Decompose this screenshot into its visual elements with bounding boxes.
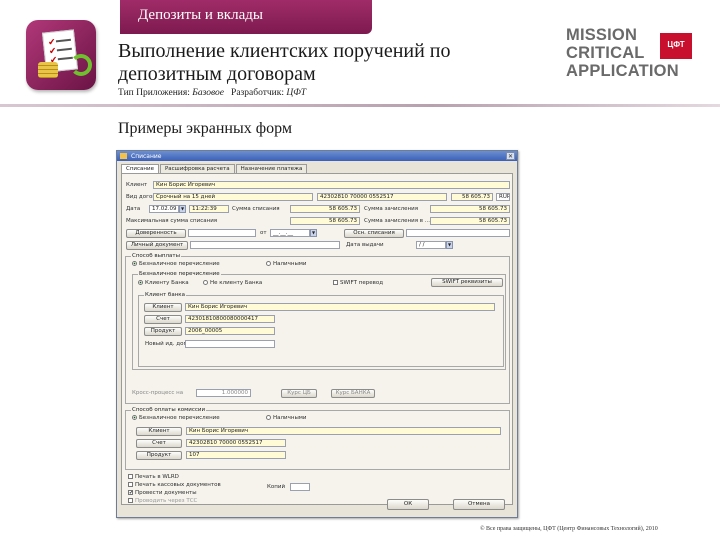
- bank-account-field[interactable]: 42301810800080000417: [185, 315, 275, 323]
- cancel-button[interactable]: Отмена: [453, 499, 505, 510]
- commission-product-field[interactable]: 107: [186, 451, 286, 459]
- max-writeoff-label: Максимальная сумма списания: [126, 218, 218, 224]
- bank-client-button[interactable]: Клиент: [144, 303, 182, 312]
- close-icon[interactable]: ✕: [506, 152, 515, 160]
- application-meta: Тип Приложения: Базовое Разработчик: ЦФТ: [118, 88, 306, 98]
- issue-date-field[interactable]: / /: [416, 241, 446, 249]
- copyright-footer: © Все права защищены, ЦФТ (Центр Финансо…: [480, 526, 658, 532]
- commission-cash-radio[interactable]: Наличными: [266, 415, 307, 421]
- tab-writeoff[interactable]: Списание: [121, 164, 159, 173]
- print-cash-docs-checkbox[interactable]: Печать кассовых документов: [128, 482, 221, 488]
- client-bank-radio[interactable]: Клиенту Банка: [138, 280, 189, 286]
- commission-client-field[interactable]: Кин Борис Игоревич: [186, 427, 501, 435]
- issue-date-dropdown-icon[interactable]: ▼: [446, 241, 453, 249]
- bank-account-button[interactable]: Счет: [144, 315, 182, 324]
- cross-rate-label: Кросс-процесс на: [132, 390, 184, 396]
- writeoff-window: Списание ✕ Списание Расшифровка расчета …: [116, 150, 518, 518]
- rate-cb-button[interactable]: Курс ЦБ: [281, 389, 317, 398]
- conduct-docs-checkbox[interactable]: ✔ Провести документы: [128, 490, 197, 496]
- writeoff-sum-field[interactable]: 58 605.73: [290, 205, 360, 213]
- writeoff-sum-label: Сумма списания: [232, 206, 280, 212]
- refresh-arrow-icon: [70, 54, 92, 76]
- new-contract-field[interactable]: [185, 340, 275, 348]
- copies-label: Копий: [267, 484, 286, 490]
- conduct-tcc-checkbox[interactable]: Проводить через ТСС: [128, 498, 197, 504]
- swift-transfer-checkbox[interactable]: SWIFT перевод: [333, 280, 383, 286]
- developer-label: Разработчик:: [231, 88, 284, 98]
- date-label: Дата: [126, 206, 141, 212]
- power-of-attorney-button[interactable]: Доверенность: [126, 229, 186, 238]
- bank-client-group: Клиент банка Клиент Кин Борис Игоревич С…: [138, 292, 504, 367]
- section-tab: Депозиты и вклады: [120, 0, 372, 34]
- slide-title: Выполнение клиентских поручений по депоз…: [118, 40, 451, 85]
- print-wlrd-checkbox[interactable]: Печать в WLRD: [128, 474, 179, 480]
- credit-sum-label: Сумма зачисления: [364, 206, 419, 212]
- currency-field[interactable]: RUR: [496, 193, 510, 201]
- personal-document-field[interactable]: [190, 241, 340, 249]
- date-field[interactable]: 17.02.09: [149, 205, 179, 213]
- cft-logo-badge: ЦФТ: [660, 33, 692, 59]
- client-field[interactable]: Кин Борис Игоревич: [153, 181, 510, 189]
- payment-method-group: Способ выплаты Безналичное перечисление …: [125, 253, 510, 404]
- personal-document-button[interactable]: Личный документ: [126, 241, 188, 250]
- max-writeoff-field[interactable]: 58 605.73: [290, 217, 360, 225]
- time-field[interactable]: 11:22:39: [189, 205, 229, 213]
- from-date-field[interactable]: __.__.__: [270, 229, 310, 237]
- window-title: Списание: [131, 153, 162, 160]
- account-field[interactable]: 42302810 70000 0552517: [317, 193, 447, 201]
- date-dropdown-icon[interactable]: ▼: [179, 205, 186, 213]
- type-label: Тип Приложения:: [118, 88, 190, 98]
- type-value: Базовое: [192, 88, 224, 98]
- developer-value: ЦФТ: [286, 88, 307, 98]
- commission-account-button[interactable]: Счет: [136, 439, 182, 448]
- commission-title: Способ оплаты комиссии: [131, 407, 207, 413]
- window-titlebar: Списание ✕: [117, 151, 517, 161]
- credit-sum2-field[interactable]: 58 605.73: [430, 217, 510, 225]
- coins-icon: [38, 62, 58, 78]
- writeoff-reason-button[interactable]: Осн. списания: [344, 229, 404, 238]
- from-label: от: [260, 230, 267, 236]
- not-client-bank-radio[interactable]: Не клиенту Банка: [203, 280, 262, 286]
- payment-cashless-radio[interactable]: Безналичное перечисление: [132, 261, 220, 267]
- contract-field[interactable]: Срочный на 15 дней: [153, 193, 313, 201]
- from-date-dropdown-icon[interactable]: ▼: [310, 229, 317, 237]
- header-divider: [0, 104, 720, 107]
- rate-bank-button[interactable]: Курс БАНКА: [331, 389, 375, 398]
- writeoff-reason-field[interactable]: [406, 229, 510, 237]
- commission-account-field[interactable]: 42302810 70000 0552517: [186, 439, 286, 447]
- bank-product-field[interactable]: 2006_00005: [185, 327, 275, 335]
- commission-cashless-radio[interactable]: Безналичное перечисление: [132, 415, 220, 421]
- copies-field[interactable]: [290, 483, 310, 491]
- window-tabs: Списание Расшифровка расчета Назначение …: [121, 164, 308, 173]
- swift-details-button[interactable]: SWIFT реквизиты: [431, 278, 503, 287]
- section-subtitle: Примеры экранных форм: [118, 120, 292, 137]
- tab-calculation[interactable]: Расшифровка расчета: [159, 164, 235, 173]
- credit-sum-field[interactable]: 58 605.73: [430, 205, 510, 213]
- client-label: Клиент: [126, 182, 148, 188]
- brand-line-3: APPLICATION: [566, 62, 679, 80]
- issue-date-label: Дата выдачи: [346, 242, 384, 248]
- commission-product-button[interactable]: Продукт: [136, 451, 182, 460]
- ok-button[interactable]: ОК: [387, 499, 429, 510]
- cross-rate-field[interactable]: 1.000000: [196, 389, 251, 397]
- bank-client-field[interactable]: Кин Борис Игоревич: [185, 303, 495, 311]
- payment-method-title: Способ выплаты: [131, 253, 181, 259]
- bank-client-title: Клиент банка: [144, 292, 186, 298]
- credit-sum2-label: Сумма зачисления в ...: [364, 218, 431, 224]
- payment-cash-radio[interactable]: Наличными: [266, 261, 307, 267]
- window-icon: [120, 153, 127, 159]
- cashless-transfer-title: Безналичное перечисление: [138, 271, 221, 277]
- tab-payment-purpose[interactable]: Назначение платежа: [235, 164, 308, 173]
- bank-product-button[interactable]: Продукт: [144, 327, 182, 336]
- writeoff-panel: Клиент Кин Борис Игоревич Вид договора С…: [121, 173, 513, 505]
- power-of-attorney-field[interactable]: [188, 229, 256, 237]
- cashless-transfer-group: Безналичное перечисление Клиенту Банка Н…: [132, 271, 506, 370]
- application-icon: ✔ ✔ ✔: [26, 20, 96, 90]
- commission-client-button[interactable]: Клиент: [136, 427, 182, 436]
- sum-field[interactable]: 58 605.73: [451, 193, 493, 201]
- commission-group: Способ оплаты комиссии Безналичное переч…: [125, 407, 510, 470]
